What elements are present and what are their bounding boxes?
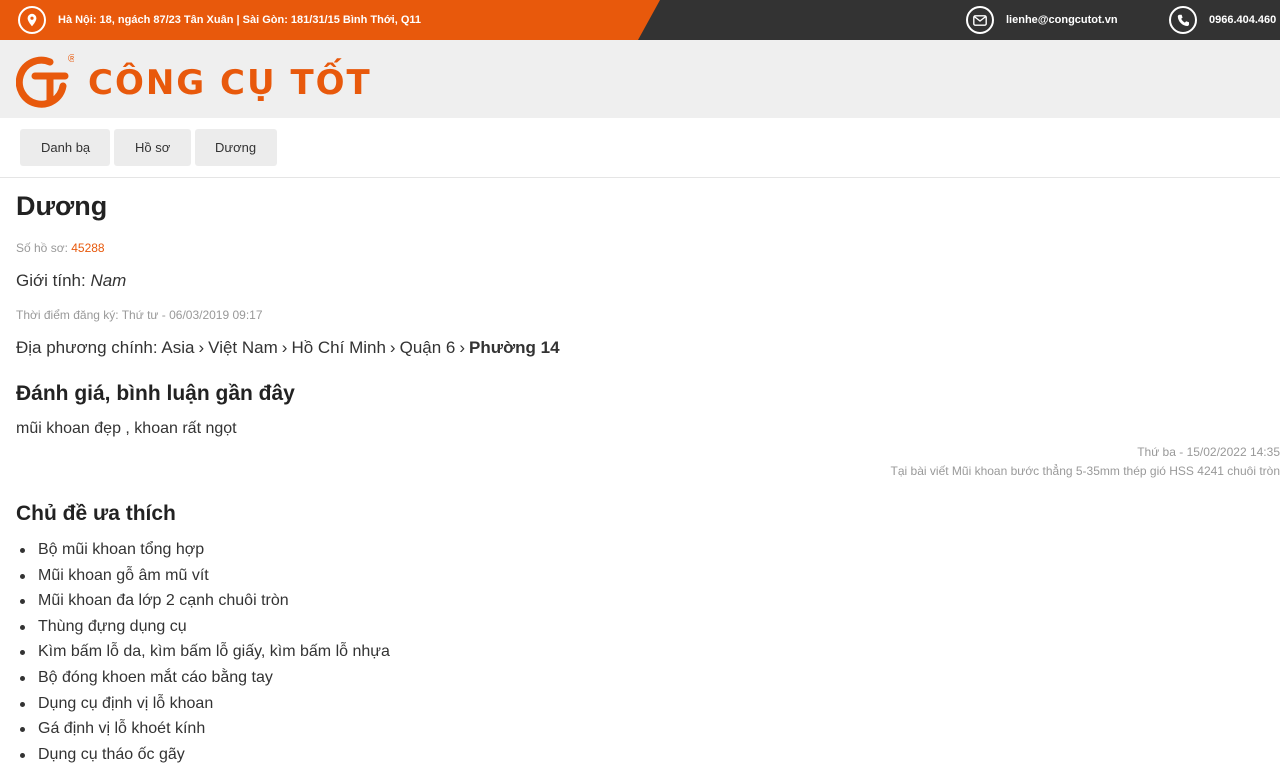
list-item: Bộ đóng khoen mắt cáo bằng tay [16, 665, 390, 691]
list-item: Thùng đựng dụng cụ [16, 614, 390, 640]
location-continent[interactable]: Asia [161, 338, 194, 357]
breadcrumb-contacts[interactable]: Danh bạ [20, 129, 110, 166]
list-item: Dụng cụ định vị lỗ khoan [16, 691, 390, 717]
location-ward: Phường 14 [469, 338, 560, 357]
registration-time: Thời điểm đăng ký: Thứ tư - 06/03/2019 0… [16, 308, 263, 322]
topic-link[interactable]: Bộ đóng khoen mắt cáo bằng tay [38, 669, 273, 686]
logo-text: CÔNG CỤ TỐT [88, 63, 372, 103]
location-city[interactable]: Hồ Chí Minh [291, 338, 385, 357]
profile-content: Dương Số hồ sơ: 45288 Giới tính: Nam Thờ… [16, 188, 1280, 763]
list-item: Bộ mũi khoan tổng hợp [16, 537, 390, 563]
profile-number: Số hồ sơ: 45288 [16, 241, 105, 255]
gender-label: Giới tính: [16, 271, 91, 290]
bullet-icon [20, 752, 25, 758]
location-separator: › [281, 338, 288, 357]
envelope-icon [966, 6, 994, 34]
review-post-link[interactable]: Tại bài viết Mũi khoan bước thẳng 5-35mm… [891, 464, 1280, 478]
list-item: Dụng cụ tháo ốc gãy [16, 742, 390, 768]
gender-value: Nam [90, 271, 127, 290]
profile-number-label: Số hồ sơ: [16, 241, 72, 255]
address-text: Hà Nội: 18, ngách 87/23 Tân Xuân | Sài G… [58, 14, 422, 26]
gender: Giới tính: Nam [16, 271, 126, 291]
phone-link[interactable]: 0966.404.460 [1209, 14, 1276, 26]
phone-block[interactable]: 0966.404.460 [1169, 0, 1276, 40]
breadcrumb-profiles[interactable]: Hồ sơ [114, 129, 191, 166]
location-separator: › [389, 338, 396, 357]
site-logo[interactable]: ® CÔNG CỤ TỐT [16, 50, 372, 112]
topic-link[interactable]: Gá định vị lỗ khoét kính [38, 720, 205, 737]
bullet-icon [20, 599, 25, 605]
location-separator: › [459, 338, 466, 357]
list-item: Gá định vị lỗ khoét kính [16, 716, 390, 742]
topic-link[interactable]: Dụng cụ định vị lỗ khoan [38, 695, 213, 712]
email-block[interactable]: lienhe@congcutot.vn [966, 0, 1118, 40]
location-district[interactable]: Quận 6 [400, 338, 456, 357]
location-country[interactable]: Việt Nam [208, 338, 278, 357]
bullet-icon [20, 548, 25, 553]
topic-link[interactable]: Kìm bấm lỗ da, kìm bấm lỗ giấy, kìm bấm … [38, 643, 390, 660]
reviews-heading: Đánh giá, bình luận gần đây [16, 382, 295, 405]
topics-heading: Chủ đề ưa thích [16, 502, 176, 525]
bullet-icon [20, 701, 25, 707]
email-link[interactable]: lienhe@congcutot.vn [1006, 14, 1118, 26]
logo-mark-icon: ® [16, 53, 74, 108]
site-header: ® CÔNG CỤ TỐT [0, 40, 1280, 118]
svg-text:®: ® [68, 53, 74, 65]
bullet-icon [20, 573, 25, 579]
page-title: Dương [16, 191, 108, 221]
bullet-icon [20, 727, 25, 733]
bullet-icon [20, 675, 25, 681]
breadcrumb: Danh bạ Hồ sơ Dương [20, 129, 281, 166]
divider [0, 177, 1280, 178]
topic-link[interactable]: Mũi khoan gỗ âm mũ vít [38, 567, 209, 584]
main-location: Địa phương chính: Asia › Việt Nam › Hồ Chí M… [16, 338, 560, 358]
favorite-topics-list: Bộ mũi khoan tổng hợp Mũi khoan gỗ âm mũ… [16, 537, 390, 767]
bullet-icon [20, 650, 25, 656]
topic-link[interactable]: Mũi khoan đa lớp 2 cạnh chuôi tròn [38, 592, 289, 609]
review-text: mũi khoan đẹp , khoan rất ngọt [16, 420, 237, 437]
list-item: Kìm bấm lỗ da, kìm bấm lỗ giấy, kìm bấm … [16, 639, 390, 665]
location-label: Địa phương chính: [16, 338, 162, 357]
top-contact-bar: Hà Nội: 18, ngách 87/23 Tân Xuân | Sài G… [0, 0, 1280, 40]
topic-link[interactable]: Dụng cụ tháo ốc gãy [38, 746, 185, 763]
review-date: Thứ ba - 15/02/2022 14:35 [1137, 445, 1280, 459]
phone-icon [1169, 6, 1197, 34]
breadcrumb-current[interactable]: Dương [195, 129, 277, 166]
bullet-icon [20, 624, 25, 630]
topic-link[interactable]: Thùng đựng dụng cụ [38, 618, 187, 635]
profile-number-value: 45288 [71, 241, 105, 255]
topic-link[interactable]: Bộ mũi khoan tổng hợp [38, 541, 204, 558]
list-item: Mũi khoan đa lớp 2 cạnh chuôi tròn [16, 588, 390, 614]
location-pin-icon [18, 6, 46, 34]
location-separator: › [198, 338, 205, 357]
list-item: Mũi khoan gỗ âm mũ vít [16, 563, 390, 589]
address-block: Hà Nội: 18, ngách 87/23 Tân Xuân | Sài G… [18, 0, 421, 40]
